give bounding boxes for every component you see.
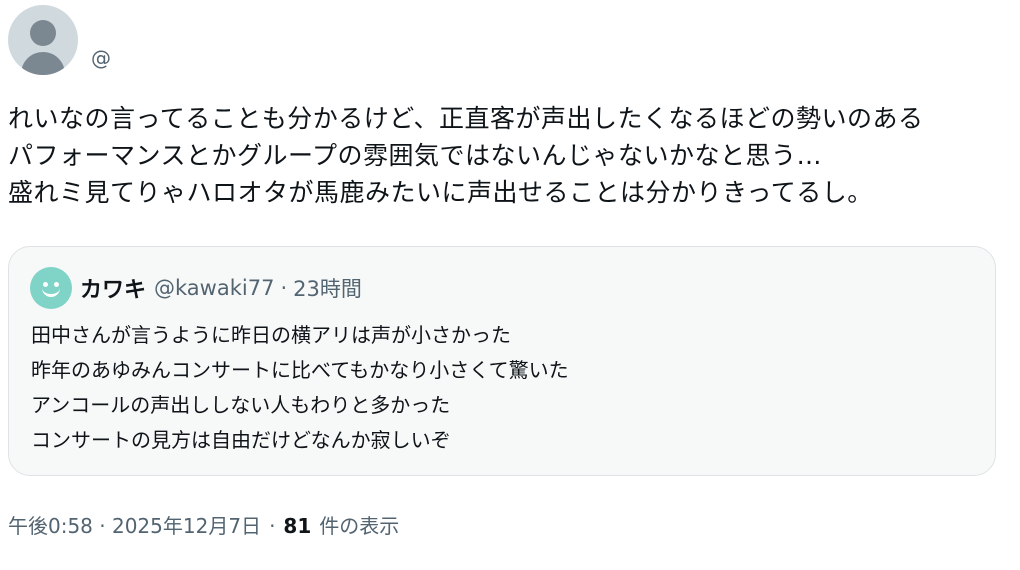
smiley-eye-icon xyxy=(54,282,59,287)
quoted-author-handle[interactable]: @kawaki77 xyxy=(154,276,274,300)
quoted-post-time[interactable]: 23時間 xyxy=(293,273,362,303)
author-handle[interactable]: @ xyxy=(91,46,111,70)
quoted-text-line: コンサートの見方は自由だけどなんか寂しいぞ xyxy=(31,428,451,452)
post-text-line: れいなの言ってることも分かるけど、正直客が声出したくなるほどの勢いのある xyxy=(8,104,924,133)
post-timestamp[interactable]: 午後0:58 · 2025年12月7日 xyxy=(8,510,261,539)
view-label: 件の表示 xyxy=(319,514,400,538)
quoted-post-text: 田中さんが言うように昨日の横アリは声が小さかった 昨年のあゆみんコンサートに比べ… xyxy=(31,318,569,458)
avatar[interactable] xyxy=(8,5,78,75)
quoted-post[interactable]: カワキ @kawaki77 · 23時間 田中さんが言うように昨日の横アリは声が… xyxy=(8,246,996,476)
post-header: @ xyxy=(8,4,111,76)
separator-dot: · xyxy=(269,514,276,538)
separator-dot: · xyxy=(280,276,288,300)
quoted-post-header: カワキ @kawaki77 · 23時間 xyxy=(30,267,362,309)
quoted-author-avatar[interactable] xyxy=(30,267,72,309)
view-count: 81 xyxy=(283,514,312,538)
post-text-line: パフォーマンスとかグループの雰囲気ではないんじゃないかなと思う… xyxy=(8,141,823,170)
quoted-author-name[interactable]: カワキ xyxy=(80,272,146,304)
default-avatar-icon xyxy=(30,20,56,46)
post-text-line: 盛れミ見てりゃハロオタが馬鹿みたいに声出せることは分かりきってるし。 xyxy=(8,178,873,207)
smiley-eye-icon xyxy=(43,282,48,287)
default-avatar-body xyxy=(21,52,65,75)
quoted-text-line: 田中さんが言うように昨日の横アリは声が小さかった xyxy=(31,323,511,347)
smiley-mouth-icon xyxy=(42,288,60,297)
post: @ れいなの言ってることも分かるけど、正直客が声出したくなるほどの勢いのある パ… xyxy=(0,0,1020,570)
post-text: れいなの言ってることも分かるけど、正直客が声出したくなるほどの勢いのある パフォ… xyxy=(8,100,1013,211)
quoted-text-line: アンコールの声出ししない人もわりと多かった xyxy=(31,393,451,417)
quoted-text-line: 昨年のあゆみんコンサートに比べてもかなり小さくて驚いた xyxy=(31,358,569,382)
post-meta: 午後0:58 · 2025年12月7日 · 81 件の表示 xyxy=(8,510,399,539)
